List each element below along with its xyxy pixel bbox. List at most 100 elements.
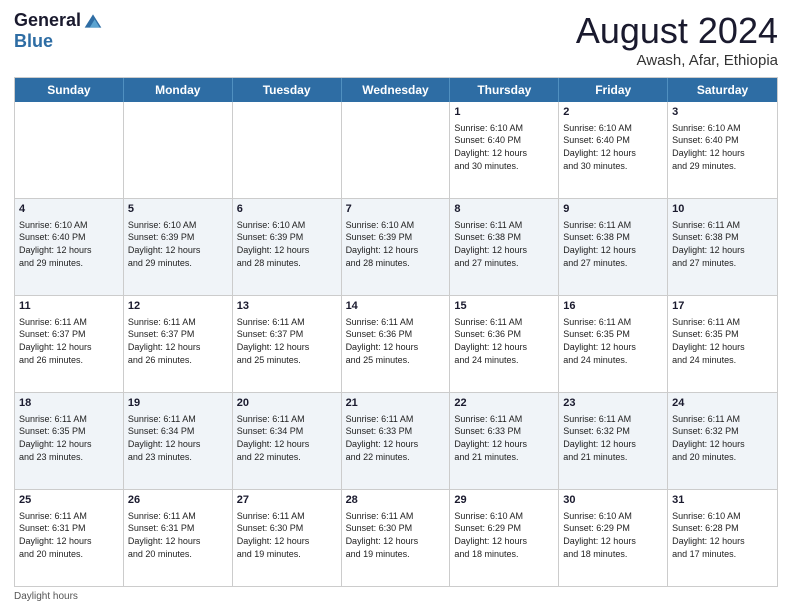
logo-icon xyxy=(83,11,103,31)
day-number: 22 xyxy=(454,396,554,411)
calendar-cell: 2Sunrise: 6:10 AM Sunset: 6:40 PM Daylig… xyxy=(559,102,668,198)
calendar-row-5: 25 Sunrise: 6:11 AM Sunset: 6:31 PM Dayli… xyxy=(15,490,777,586)
day-number: 10 xyxy=(672,202,773,217)
cell-info: Sunrise: 6:10 AM Sunset: 6:29 PM Dayligh… xyxy=(454,510,554,560)
header-day-monday: Monday xyxy=(124,78,233,102)
header-day-saturday: Saturday xyxy=(668,78,777,102)
day-number: 12 xyxy=(128,299,228,314)
calendar-cell: 30 Sunrise: 6:10 AM Sunset: 6:29 PM Dayli… xyxy=(559,490,668,586)
cell-info: Sunrise: 6:10 AM Sunset: 6:28 PM Dayligh… xyxy=(672,510,773,560)
day-number: 13 xyxy=(237,299,337,314)
calendar-cell: 18 Sunrise: 6:11 AM Sunset: 6:35 PM Dayli… xyxy=(15,393,124,489)
day-number: 23 xyxy=(563,396,663,411)
day-number: 17 xyxy=(672,299,773,314)
day-number: 19 xyxy=(128,396,228,411)
calendar-cell: 16 Sunrise: 6:11 AM Sunset: 6:35 PM Dayli… xyxy=(559,296,668,392)
calendar-cell: 13 Sunrise: 6:11 AM Sunset: 6:37 PM Dayli… xyxy=(233,296,342,392)
day-number: 3 xyxy=(672,105,773,120)
cell-info: Sunrise: 6:11 AM Sunset: 6:34 PM Dayligh… xyxy=(128,413,228,463)
logo-blue: Blue xyxy=(14,31,53,52)
calendar-cell: 8Sunrise: 6:11 AM Sunset: 6:38 PM Daylig… xyxy=(450,199,559,295)
day-number: 14 xyxy=(346,299,446,314)
calendar-cell: 5Sunrise: 6:10 AM Sunset: 6:39 PM Daylig… xyxy=(124,199,233,295)
calendar-cell: 4 Sunrise: 6:10 AM Sunset: 6:40 PM Daylig… xyxy=(15,199,124,295)
calendar-cell: 15Sunrise: 6:11 AM Sunset: 6:36 PM Dayli… xyxy=(450,296,559,392)
calendar-cell: 12 Sunrise: 6:11 AM Sunset: 6:37 PM Dayli… xyxy=(124,296,233,392)
day-number: 25 xyxy=(19,493,119,508)
day-number: 29 xyxy=(454,493,554,508)
cell-info: Sunrise: 6:11 AM Sunset: 6:38 PM Dayligh… xyxy=(454,219,554,269)
header: General Blue August 2024 Awash, Afar, Et… xyxy=(14,10,778,69)
calendar-cell: 26 Sunrise: 6:11 AM Sunset: 6:31 PM Dayli… xyxy=(124,490,233,586)
calendar-cell: 10Sunrise: 6:11 AM Sunset: 6:38 PM Dayli… xyxy=(668,199,777,295)
calendar-cell xyxy=(342,102,451,198)
cell-info: Sunrise: 6:11 AM Sunset: 6:34 PM Dayligh… xyxy=(237,413,337,463)
day-number: 30 xyxy=(563,493,663,508)
calendar-cell: 29 Sunrise: 6:10 AM Sunset: 6:29 PM Dayli… xyxy=(450,490,559,586)
calendar-row-2: 4 Sunrise: 6:10 AM Sunset: 6:40 PM Daylig… xyxy=(15,199,777,296)
calendar-cell xyxy=(15,102,124,198)
calendar-cell: 11 Sunrise: 6:11 AM Sunset: 6:37 PM Dayli… xyxy=(15,296,124,392)
day-number: 4 xyxy=(19,202,119,217)
calendar-cell: 23 Sunrise: 6:11 AM Sunset: 6:32 PM Dayli… xyxy=(559,393,668,489)
logo-general: General xyxy=(14,10,81,31)
day-number: 6 xyxy=(237,202,337,217)
day-number: 16 xyxy=(563,299,663,314)
calendar-cell: 20 Sunrise: 6:11 AM Sunset: 6:34 PM Dayli… xyxy=(233,393,342,489)
calendar-cell: 21 Sunrise: 6:11 AM Sunset: 6:33 PM Dayli… xyxy=(342,393,451,489)
cell-info: Sunrise: 6:10 AM Sunset: 6:40 PM Dayligh… xyxy=(563,122,663,172)
day-number: 21 xyxy=(346,396,446,411)
header-day-thursday: Thursday xyxy=(450,78,559,102)
calendar-cell: 31 Sunrise: 6:10 AM Sunset: 6:28 PM Dayli… xyxy=(668,490,777,586)
calendar-cell: 3 Sunrise: 6:10 AM Sunset: 6:40 PM Daylig… xyxy=(668,102,777,198)
day-number: 20 xyxy=(237,396,337,411)
calendar-cell: 27Sunrise: 6:11 AM Sunset: 6:30 PM Dayli… xyxy=(233,490,342,586)
cell-info: Sunrise: 6:11 AM Sunset: 6:31 PM Dayligh… xyxy=(19,510,119,560)
logo: General Blue xyxy=(14,10,103,52)
logo-text: General xyxy=(14,10,103,31)
calendar-cell: 24Sunrise: 6:11 AM Sunset: 6:32 PM Dayli… xyxy=(668,393,777,489)
day-number: 7 xyxy=(346,202,446,217)
calendar-cell: 22 Sunrise: 6:11 AM Sunset: 6:33 PM Dayli… xyxy=(450,393,559,489)
cell-info: Sunrise: 6:11 AM Sunset: 6:32 PM Dayligh… xyxy=(672,413,773,463)
day-number: 15 xyxy=(454,299,554,314)
day-number: 18 xyxy=(19,396,119,411)
cell-info: Sunrise: 6:11 AM Sunset: 6:33 PM Dayligh… xyxy=(346,413,446,463)
calendar-row-3: 11 Sunrise: 6:11 AM Sunset: 6:37 PM Dayli… xyxy=(15,296,777,393)
calendar-cell: 9 Sunrise: 6:11 AM Sunset: 6:38 PM Daylig… xyxy=(559,199,668,295)
calendar-cell: 7Sunrise: 6:10 AM Sunset: 6:39 PM Daylig… xyxy=(342,199,451,295)
cell-info: Sunrise: 6:11 AM Sunset: 6:32 PM Dayligh… xyxy=(563,413,663,463)
cell-info: Sunrise: 6:11 AM Sunset: 6:33 PM Dayligh… xyxy=(454,413,554,463)
calendar-row-1: 1Sunrise: 6:10 AM Sunset: 6:40 PM Daylig… xyxy=(15,102,777,199)
location: Awash, Afar, Ethiopia xyxy=(576,52,778,69)
cell-info: Sunrise: 6:10 AM Sunset: 6:40 PM Dayligh… xyxy=(672,122,773,172)
calendar-header: SundayMondayTuesdayWednesdayThursdayFrid… xyxy=(15,78,777,102)
day-number: 11 xyxy=(19,299,119,314)
cell-info: Sunrise: 6:11 AM Sunset: 6:31 PM Dayligh… xyxy=(128,510,228,560)
day-number: 9 xyxy=(563,202,663,217)
cell-info: Sunrise: 6:11 AM Sunset: 6:35 PM Dayligh… xyxy=(563,316,663,366)
day-number: 26 xyxy=(128,493,228,508)
cell-info: Sunrise: 6:11 AM Sunset: 6:35 PM Dayligh… xyxy=(19,413,119,463)
cell-info: Sunrise: 6:11 AM Sunset: 6:36 PM Dayligh… xyxy=(346,316,446,366)
header-day-friday: Friday xyxy=(559,78,668,102)
day-number: 27 xyxy=(237,493,337,508)
calendar-cell: 6Sunrise: 6:10 AM Sunset: 6:39 PM Daylig… xyxy=(233,199,342,295)
cell-info: Sunrise: 6:11 AM Sunset: 6:37 PM Dayligh… xyxy=(237,316,337,366)
header-day-wednesday: Wednesday xyxy=(342,78,451,102)
calendar-cell xyxy=(233,102,342,198)
cell-info: Sunrise: 6:10 AM Sunset: 6:39 PM Dayligh… xyxy=(128,219,228,269)
page: General Blue August 2024 Awash, Afar, Et… xyxy=(0,0,792,612)
calendar-cell: 19 Sunrise: 6:11 AM Sunset: 6:34 PM Dayli… xyxy=(124,393,233,489)
calendar-cell: 1Sunrise: 6:10 AM Sunset: 6:40 PM Daylig… xyxy=(450,102,559,198)
cell-info: Sunrise: 6:10 AM Sunset: 6:40 PM Dayligh… xyxy=(454,122,554,172)
footer-note: Daylight hours xyxy=(14,591,778,602)
cell-info: Sunrise: 6:10 AM Sunset: 6:29 PM Dayligh… xyxy=(563,510,663,560)
cell-info: Sunrise: 6:11 AM Sunset: 6:37 PM Dayligh… xyxy=(19,316,119,366)
month-title: August 2024 xyxy=(576,10,778,52)
day-number: 31 xyxy=(672,493,773,508)
cell-info: Sunrise: 6:10 AM Sunset: 6:40 PM Dayligh… xyxy=(19,219,119,269)
cell-info: Sunrise: 6:11 AM Sunset: 6:38 PM Dayligh… xyxy=(563,219,663,269)
cell-info: Sunrise: 6:11 AM Sunset: 6:37 PM Dayligh… xyxy=(128,316,228,366)
header-day-tuesday: Tuesday xyxy=(233,78,342,102)
